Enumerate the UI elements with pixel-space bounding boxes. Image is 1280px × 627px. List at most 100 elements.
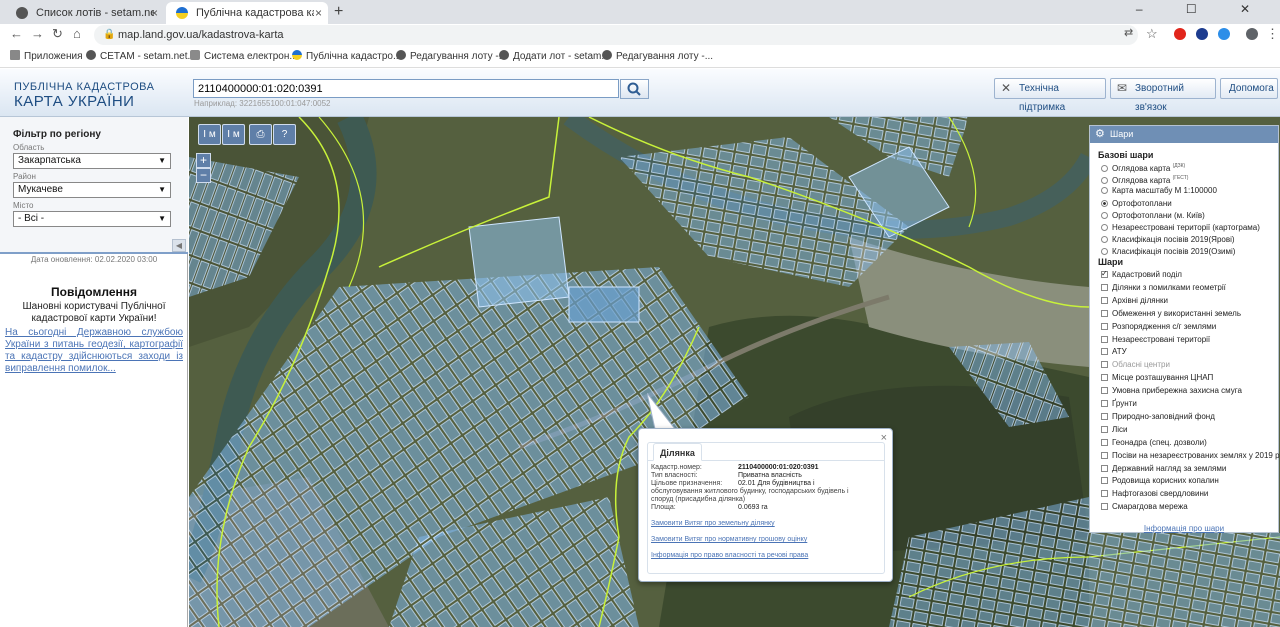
overlay-layer-option[interactable]: Ґрунти (1101, 398, 1137, 409)
radio-icon[interactable] (1101, 211, 1108, 219)
checkbox-icon[interactable] (1101, 425, 1108, 433)
overlay-layer-option[interactable]: Смарагдова мережа (1101, 501, 1188, 512)
radio-icon[interactable] (1101, 165, 1108, 172)
extension-blue-icon[interactable] (1196, 28, 1208, 40)
profile-avatar-icon[interactable] (1246, 28, 1258, 40)
checkbox-icon[interactable] (1101, 309, 1108, 317)
checkbox-icon[interactable] (1101, 374, 1108, 382)
bookmark-prozorro[interactable]: Система електрон... (190, 46, 298, 68)
zoom-out-button[interactable]: − (196, 168, 211, 183)
bookmark-edit-lot-1[interactable]: Редагування лоту -... (396, 46, 507, 68)
window-controls[interactable]: – ☐ ✕ (1136, 2, 1270, 16)
raion-select[interactable]: Мукачеве ▼ (13, 182, 171, 198)
feedback-button[interactable]: ✉ Зворотний зв'язок (1110, 78, 1216, 113)
search-button[interactable] (620, 79, 649, 99)
support-button[interactable]: ✕ Технічна підтримка (994, 78, 1106, 113)
cadastral-search-input[interactable] (193, 79, 619, 98)
tab-close-icon[interactable]: × (315, 2, 322, 24)
checkbox-icon[interactable] (1101, 490, 1108, 498)
checkbox-icon[interactable] (1101, 503, 1108, 511)
ownership-info-link[interactable]: Інформація про право власності та речові… (651, 552, 808, 559)
overlay-layer-option[interactable]: Державний нагляд за землями (1101, 463, 1226, 474)
cadastral-map[interactable]: I м I м ⎙ ? + − × Ділянка Кадастр.номер:… (189, 117, 1280, 627)
overlay-layer-option[interactable]: Нафтогазові свердловини (1101, 488, 1208, 499)
checkbox-icon[interactable] (1101, 322, 1108, 330)
checkbox-icon[interactable] (1101, 387, 1108, 395)
bookmark-edit-lot-2[interactable]: Редагування лоту -... (602, 46, 713, 68)
zoom-in-button[interactable]: + (196, 153, 211, 168)
overlay-layer-option[interactable]: Кадастровий поділ (1101, 268, 1182, 280)
checkbox-icon[interactable] (1101, 412, 1108, 420)
checkbox-icon[interactable] (1101, 438, 1108, 446)
reload-icon[interactable]: ↻ (52, 26, 63, 42)
checkbox-icon[interactable] (1101, 296, 1108, 304)
url-field[interactable]: 🔒 map.land.gov.ua/kadastrova-karta (94, 25, 1138, 45)
tab-kadastr-map[interactable]: Публічна кадастрова карта Укр × (166, 2, 328, 24)
bookmark-kadastr[interactable]: Публічна кадастро... (292, 46, 401, 68)
checkbox-icon[interactable] (1101, 348, 1108, 356)
radio-icon[interactable] (1101, 248, 1108, 256)
bookmark-apps[interactable]: Приложения (10, 46, 83, 68)
extension-red-icon[interactable] (1174, 28, 1186, 40)
base-layer-option[interactable]: Оглядова карта (ГЕСТ) (1101, 173, 1188, 185)
checkbox-icon[interactable] (1101, 451, 1108, 459)
base-layer-option[interactable]: Ортофотоплани (м. Київ) (1101, 210, 1205, 221)
order-valuation-link[interactable]: Замовити Витяг про нормативну грошову оц… (651, 536, 807, 543)
overlay-layer-option[interactable]: Ліси (1101, 424, 1128, 435)
overlay-layer-option[interactable]: Посіви на незареєстрованих землях у 2019… (1101, 450, 1280, 461)
identify-button[interactable]: ? (273, 124, 296, 145)
bookmark-star-icon[interactable]: ☆ (1146, 26, 1158, 42)
checkbox-icon[interactable] (1101, 335, 1108, 343)
collapse-panel-button[interactable]: ◀ (172, 239, 186, 252)
overlay-layer-option[interactable]: Архівні ділянки (1101, 295, 1168, 306)
home-icon[interactable]: ⌂ (73, 26, 81, 41)
oblast-select[interactable]: Закарпатська ▼ (13, 153, 171, 169)
overlay-layer-option[interactable]: Ділянки з помилками геометрії (1101, 282, 1226, 293)
notice-link[interactable]: На сьогодні Державною службою України з … (5, 327, 183, 375)
layers-header[interactable]: ⚙ Шари (1090, 126, 1278, 143)
new-tab-button[interactable]: + (334, 3, 343, 21)
overlay-layer-option[interactable]: Місце розташування ЦНАП (1101, 372, 1213, 383)
overlay-layer-option[interactable]: АТУ (1101, 346, 1127, 357)
print-button[interactable]: ⎙ (249, 124, 272, 145)
extension-globe-icon[interactable] (1218, 28, 1230, 40)
overlay-layer-option[interactable]: Обмеження у використанні земель (1101, 308, 1241, 319)
misto-select[interactable]: - Всі - ▼ (13, 211, 171, 227)
radio-icon[interactable] (1101, 177, 1108, 185)
checkbox-icon[interactable] (1101, 361, 1108, 369)
radio-icon[interactable] (1101, 187, 1108, 195)
tab-parcel[interactable]: Ділянка (653, 443, 702, 461)
checkbox-icon[interactable] (1101, 400, 1108, 407)
order-extract-link[interactable]: Замовити Витяг про земельну ділянку (651, 520, 775, 527)
checkbox-icon[interactable] (1101, 477, 1108, 485)
menu-dots-icon[interactable]: ⋮ (1266, 26, 1279, 42)
overlay-layer-option[interactable]: Родовища корисних копалин (1101, 475, 1219, 486)
translate-icon[interactable]: ⇄ (1124, 26, 1133, 39)
base-layer-option[interactable]: Незареєстровані території (картограма) (1101, 222, 1260, 233)
radio-icon[interactable] (1101, 236, 1108, 244)
base-layer-option[interactable]: Класифікація посівів 2019(Ярові) (1101, 234, 1235, 245)
tab-setam[interactable]: Список лотів - setam.net.ua × (6, 2, 164, 24)
overlay-layer-option[interactable]: Геонадра (спец. дозволи) (1101, 437, 1207, 448)
radio-icon[interactable] (1101, 199, 1108, 207)
overlay-layer-option[interactable]: Розпорядження с/г землями (1101, 321, 1216, 332)
base-layer-option[interactable]: Карта масштабу М 1:100000 (1101, 185, 1217, 196)
radio-icon[interactable] (1101, 224, 1108, 231)
help-button[interactable]: Допомога (1220, 78, 1278, 99)
measure-area-button[interactable]: I м (222, 124, 245, 145)
checkbox-icon[interactable] (1101, 464, 1108, 472)
checkbox-icon[interactable] (1101, 283, 1108, 291)
overlay-layer-option[interactable]: Обласні центри (1101, 359, 1170, 370)
base-layer-option[interactable]: Оглядова карта (ДЗК) (1101, 161, 1185, 173)
measure-distance-button[interactable]: I м (198, 124, 221, 145)
tab-close-icon[interactable]: × (151, 2, 158, 24)
checkbox-icon[interactable] (1101, 268, 1108, 279)
bookmark-setam[interactable]: СЕТАМ - setam.net... (86, 46, 196, 68)
base-layer-option[interactable]: Класифікація посівів 2019(Озимі) (1101, 246, 1235, 257)
overlay-layer-option[interactable]: Умовна прибережна захисна смуга (1101, 385, 1242, 396)
base-layer-option[interactable]: Ортофотоплани (1101, 198, 1172, 209)
forward-arrow-icon[interactable]: → (31, 26, 44, 41)
bookmark-add-lot[interactable]: Додати лот - setam... (499, 46, 610, 68)
overlay-layer-option[interactable]: Природно-заповідний фонд (1101, 411, 1215, 422)
layers-info-link[interactable]: Інформація про шари (1090, 524, 1278, 533)
